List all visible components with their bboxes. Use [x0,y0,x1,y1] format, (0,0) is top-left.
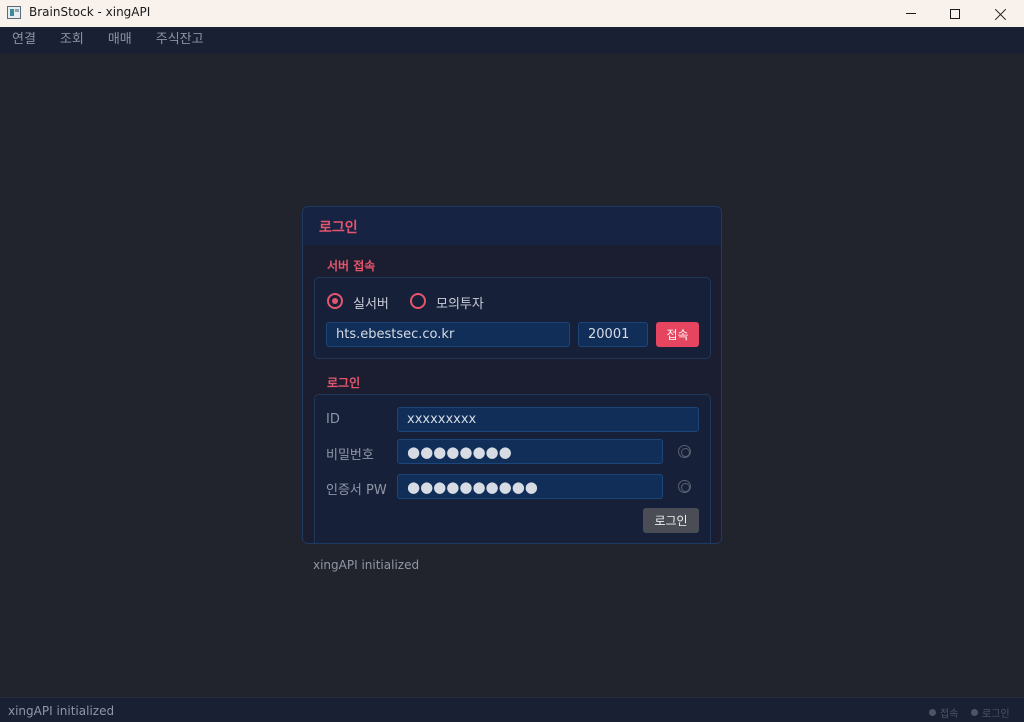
login-indicator: 로그인 [971,705,1010,720]
cert-password-input[interactable] [397,474,663,499]
id-input[interactable] [397,407,699,432]
password-label: 비밀번호 [326,448,374,463]
id-label: ID [326,412,340,427]
connect-indicator: 접속 [929,705,958,720]
login-status-dot-icon [971,709,978,716]
cert-password-label: 인증서 PW [326,483,387,498]
maximize-icon [950,8,960,19]
login-group: ID 비밀번호 인증서 PW 로그인 [314,394,711,543]
login-button[interactable]: 로그인 [643,508,699,533]
radio-mock-server[interactable] [410,293,426,309]
radio-mock-server-label: 모의투자 [436,297,484,312]
login-section-label: 로그인 [327,376,361,390]
title-bar: BrainStock - xingAPI [0,0,1024,27]
window-title: BrainStock - xingAPI [29,5,151,19]
radio-real-server-label: 실서버 [353,297,389,312]
server-host-input[interactable] [326,322,570,347]
app-icon [7,6,21,19]
eye-icon[interactable] [678,445,691,458]
log-message: xingAPI initialized [313,558,420,572]
close-button[interactable] [978,0,1024,27]
menu-item-query[interactable]: 조회 [48,27,96,53]
eye-icon[interactable] [678,480,691,493]
minimize-icon [906,13,916,14]
close-icon [995,8,1007,20]
server-section-label: 서버 접속 [327,259,376,273]
status-message: xingAPI initialized [8,704,115,718]
menu-item-connect[interactable]: 연결 [0,27,48,53]
menu-item-trade[interactable]: 매매 [96,27,144,53]
connect-status-dot-icon [929,709,936,716]
connect-button[interactable]: 접속 [656,322,699,347]
connect-indicator-label: 접속 [940,709,959,720]
menu-bar: 연결 조회 매매 주식잔고 [0,27,1024,53]
login-indicator-label: 로그인 [982,709,1010,720]
minimize-button[interactable] [888,0,934,27]
server-port-input[interactable] [578,322,648,347]
radio-real-server[interactable] [327,293,343,309]
status-bar: xingAPI initialized 접속 로그인 [0,697,1024,722]
panel-title: 로그인 [319,220,358,236]
menu-item-balance[interactable]: 주식잔고 [144,27,216,53]
server-group: 실서버 모의투자 접속 [314,277,711,359]
panel-header: 로그인 [303,207,721,245]
password-input[interactable] [397,439,663,464]
login-panel: 로그인 서버 접속 실서버 모의투자 접속 로그인 ID 비밀번호 인증서 PW… [302,206,722,544]
maximize-button[interactable] [932,0,978,27]
